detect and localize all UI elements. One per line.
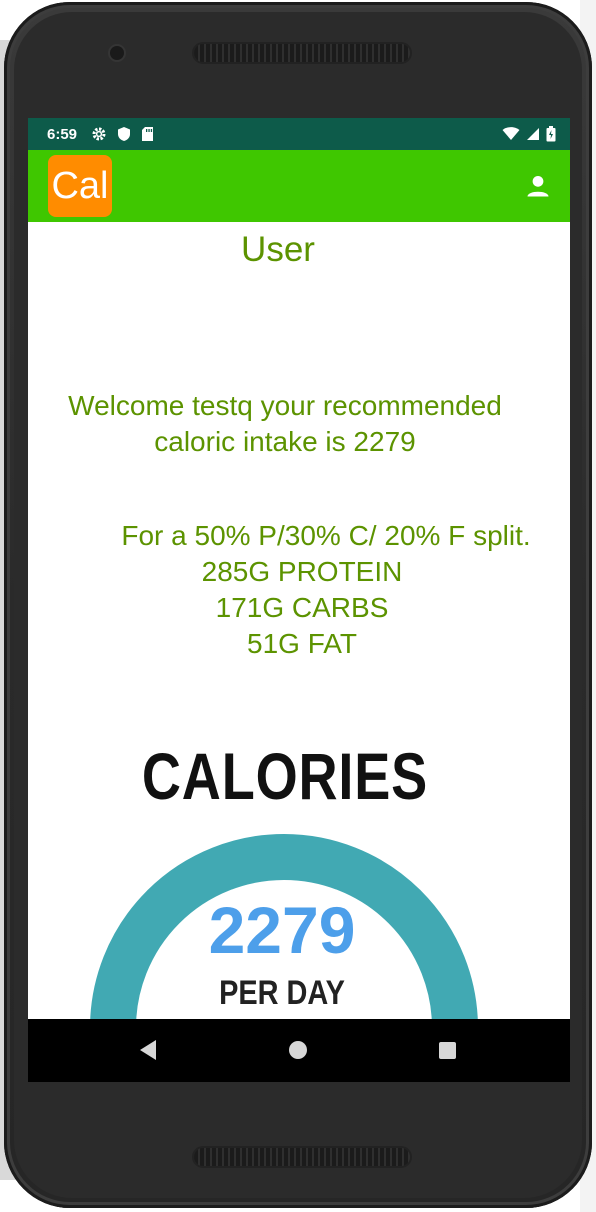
recents-icon[interactable] (439, 1042, 456, 1059)
front-camera (110, 46, 124, 60)
calories-graphic: CALORIES 2279 PER DAY (28, 730, 570, 1082)
status-icons-left (91, 126, 154, 142)
app-bar: Cal (28, 150, 570, 222)
status-time: 6:59 (47, 125, 78, 143)
app-logo: Cal (48, 155, 112, 217)
calorie-value: 2279 (208, 893, 356, 967)
page-title: User (241, 230, 315, 269)
settings-icon (92, 127, 106, 141)
device-screen: 6:59 Cal User Welcome testq your recomme… (28, 118, 570, 1082)
main-content: User Welcome testq your recommended calo… (28, 222, 570, 1082)
wifi-icon (502, 127, 520, 140)
welcome-message: Welcome testq your recommended caloric i… (68, 390, 502, 457)
sd-card-icon (142, 127, 154, 141)
split-description: For a 50% P/30% C/ 20% F split. (121, 520, 531, 551)
shield-icon (118, 127, 131, 141)
fat-amount: 51G FAT (247, 628, 357, 659)
battery-icon (546, 126, 556, 142)
account-icon[interactable] (524, 172, 552, 200)
status-bar: 6:59 (28, 118, 570, 150)
top-speaker-grille (194, 44, 410, 62)
signal-icon (527, 128, 539, 140)
macro-split: For a 50% P/30% C/ 20% F split. 285G PRO… (52, 518, 552, 662)
carbs-amount: 171G CARBS (215, 592, 389, 623)
back-icon[interactable] (138, 1039, 158, 1061)
bottom-speaker-grille (194, 1148, 410, 1166)
calorie-unit: PER DAY (219, 974, 345, 1012)
status-icons-right (502, 126, 556, 142)
navigation-bar (28, 1019, 570, 1082)
protein-amount: 285G PROTEIN (201, 556, 403, 587)
home-icon[interactable] (289, 1041, 307, 1059)
calories-heading: CALORIES (141, 739, 429, 813)
